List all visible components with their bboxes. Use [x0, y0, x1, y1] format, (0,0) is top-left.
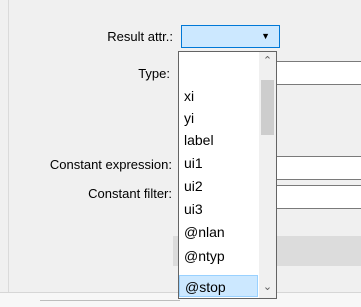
constant-expression-label: Constant expression:: [49, 157, 172, 172]
dialog-panel: Result attr.: Type: Constant expression:…: [0, 0, 361, 307]
dropdown-option-ntyp[interactable]: @ntyp: [184, 246, 225, 266]
result-attr-dropdown-list[interactable]: xi yi label ui1 ui2 ui3 @nlan @ntyp @sto…: [178, 51, 277, 299]
chevron-down-icon[interactable]: ▼: [261, 31, 270, 41]
dropdown-option-stop[interactable]: @stop: [179, 275, 258, 297]
dropdown-option-ui3[interactable]: ui3: [184, 199, 203, 219]
dropdown-option-ui1[interactable]: ui1: [184, 153, 203, 173]
dropdown-option-yi[interactable]: yi: [184, 108, 194, 128]
panel-left-edge: [8, 0, 9, 307]
type-label: Type:: [138, 66, 170, 81]
bottom-divider: [40, 300, 180, 301]
dropdown-option-xi[interactable]: xi: [184, 86, 194, 106]
scroll-down-icon[interactable]: ⌄: [259, 280, 276, 293]
dropdown-option-nlan[interactable]: @nlan: [184, 222, 225, 242]
constant-filter-field[interactable]: [276, 185, 361, 209]
constant-expression-field[interactable]: [276, 156, 361, 180]
scroll-up-icon[interactable]: ⌃: [259, 54, 276, 67]
dropdown-scrollbar[interactable]: ⌃ ⌄: [259, 52, 276, 298]
constant-filter-label: Constant filter:: [88, 186, 172, 201]
scroll-thumb[interactable]: [261, 80, 274, 135]
dropdown-option-ui2[interactable]: ui2: [184, 176, 203, 196]
type-field[interactable]: [276, 61, 361, 85]
result-attr-label: Result attr.:: [107, 29, 173, 44]
dropdown-option-label[interactable]: label: [184, 130, 214, 150]
result-attr-combobox[interactable]: ▼: [181, 25, 280, 48]
